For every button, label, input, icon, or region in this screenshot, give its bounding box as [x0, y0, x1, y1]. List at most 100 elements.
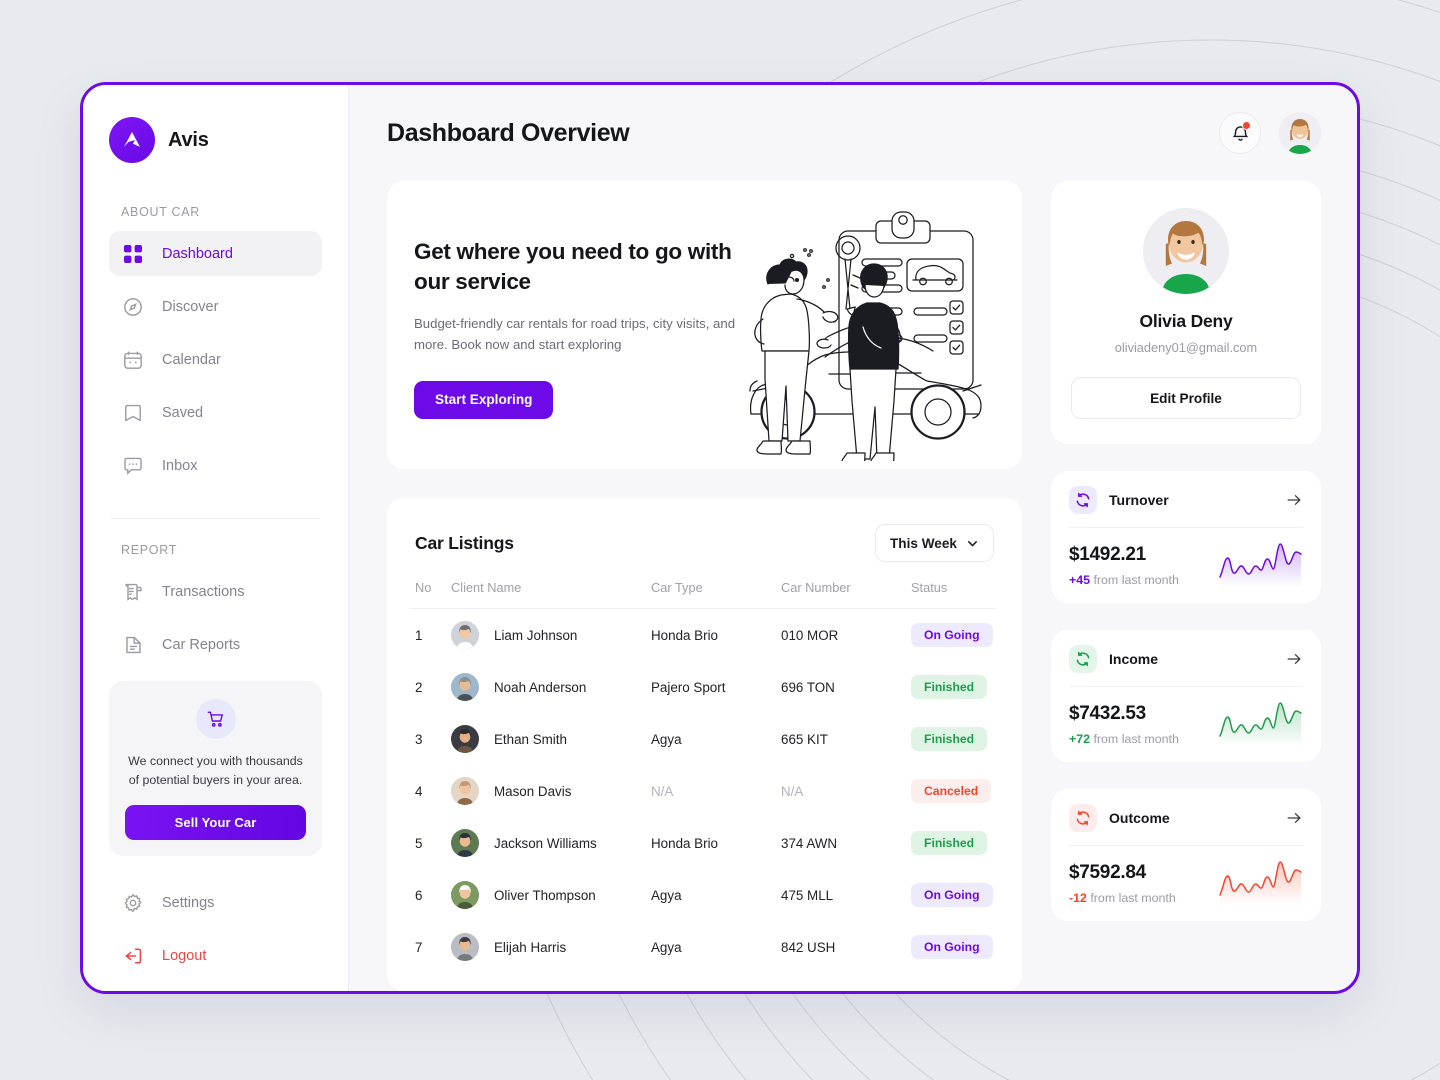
- notification-dot: [1242, 121, 1251, 130]
- profile-email: oliviadeny01@gmail.com: [1114, 340, 1258, 355]
- avatar: [451, 725, 479, 753]
- cell-no: 2: [415, 679, 423, 695]
- status-badge: On Going: [911, 935, 993, 959]
- sidebar-item-logout[interactable]: Logout: [109, 933, 322, 978]
- grid-icon: [124, 244, 142, 263]
- profile-avatar: [1143, 208, 1229, 294]
- sidebar-item-calendar[interactable]: Calendar: [109, 337, 322, 382]
- start-exploring-button[interactable]: Start Exploring: [414, 380, 554, 419]
- sidebar-divider: [111, 518, 320, 519]
- nav-section-about-label: ABOUT CAR: [121, 205, 200, 219]
- stat-label: Outcome: [1109, 810, 1170, 826]
- cell-no: 7: [415, 939, 423, 955]
- user-avatar: [451, 933, 479, 961]
- user-avatar: [451, 673, 479, 701]
- refresh-icon: [1069, 804, 1097, 832]
- table-row[interactable]: 7 Elijah Harris Agya 842 USH On Going: [409, 921, 996, 973]
- hero-paragraph: Budget-friendly car rentals for road tri…: [414, 315, 736, 353]
- file-text-icon: [126, 636, 141, 653]
- avatar[interactable]: [1279, 112, 1321, 154]
- sidebar-item-label: Settings: [162, 894, 215, 911]
- avatar: [451, 881, 479, 909]
- cell-car-type: Honda Brio: [651, 627, 718, 643]
- sidebar-item-inbox[interactable]: Inbox: [109, 443, 322, 488]
- client-name: Jackson Williams: [494, 835, 597, 851]
- user-avatar: [451, 881, 479, 909]
- stat-label: Turnover: [1109, 492, 1169, 508]
- period-filter-value: This Week: [890, 535, 957, 551]
- cell-car-number: 842 USH: [781, 939, 836, 955]
- arrow-right-icon[interactable]: [1285, 491, 1303, 509]
- sidebar-item-transactions[interactable]: Transactions: [109, 569, 322, 614]
- sidebar-item-saved[interactable]: Saved: [109, 390, 322, 435]
- cell-car-type: Agya: [651, 887, 682, 903]
- user-avatar: [451, 829, 479, 857]
- arrow-right-icon[interactable]: [1285, 650, 1303, 668]
- avatar: [451, 777, 479, 805]
- stat-card-income: Income $7432.53 +72 from last month: [1051, 630, 1321, 762]
- cell-no: 4: [415, 783, 423, 799]
- avis-logo-icon: [109, 117, 155, 163]
- stat-card-turnover: Turnover $1492.21 +45 from last month: [1051, 471, 1321, 603]
- table-row[interactable]: 1 Liam Johnson Honda Brio 010 MOR On Goin…: [409, 609, 996, 662]
- sidebar-item-label: Logout: [162, 947, 207, 964]
- cell-client: Noah Anderson: [451, 661, 651, 713]
- column-header-status: Status: [911, 580, 948, 595]
- sidebar-item-dashboard[interactable]: Dashboard: [109, 231, 322, 276]
- promo-text: We connect you with thousands of potenti…: [128, 754, 303, 788]
- notifications-button[interactable]: [1219, 112, 1261, 154]
- arrow-right-icon[interactable]: [1285, 809, 1303, 827]
- table-row[interactable]: 6 Oliver Thompson Agya 475 MLL On Going: [409, 869, 996, 921]
- cell-car-type: Honda Brio: [651, 835, 718, 851]
- table-header-row: No Client Name Car Type Car Number Statu…: [409, 580, 996, 609]
- status-badge: On Going: [911, 883, 993, 907]
- car-listings-title: Car Listings: [415, 532, 514, 553]
- stat-delta: +45 from last month: [1069, 573, 1179, 587]
- calendar-icon: [124, 351, 142, 369]
- stat-figures: $7592.84 -12 from last month: [1069, 862, 1212, 905]
- table-row[interactable]: 2 Noah Anderson Pajero Sport 696 TON Fini…: [409, 661, 996, 713]
- cell-client: Elijah Harris: [451, 921, 651, 973]
- promo-card: We connect you with thousands of potenti…: [109, 681, 322, 857]
- client-name: Oliver Thompson: [494, 887, 596, 903]
- stat-body: $7432.53 +72 from last month: [1069, 687, 1303, 746]
- cell-no: 6: [415, 887, 423, 903]
- cell-status: On Going: [911, 609, 996, 662]
- refresh-icon: [1069, 486, 1097, 514]
- sell-your-car-button[interactable]: Sell Your Car: [125, 805, 306, 841]
- sidebar-item-car-reports[interactable]: Car Reports: [109, 622, 322, 667]
- cell-car-type: N/A: [651, 783, 674, 799]
- sidebar-bottom: Settings Logout: [109, 880, 322, 986]
- table-row[interactable]: 4 Mason Davis N/A N/A Canceled: [409, 765, 996, 817]
- period-filter-dropdown[interactable]: This Week: [875, 524, 994, 562]
- cell-client: Mason Davis: [451, 765, 651, 817]
- sidebar-item-label: Dashboard: [162, 245, 233, 262]
- sparkline-chart: [1219, 543, 1302, 587]
- cell-car-number: N/A: [781, 783, 804, 799]
- brand-name: Avis: [168, 128, 209, 151]
- main-area: Dashboard Overview Get where you need to…: [349, 85, 1357, 991]
- gear-icon: [124, 893, 142, 913]
- app-window: Avis ABOUT CAR Dashboard Discover Calend…: [80, 82, 1360, 994]
- sidebar-item-label: Calendar: [162, 351, 221, 368]
- hero-illustration-area: [744, 181, 1022, 469]
- sidebar-item-discover[interactable]: Discover: [109, 284, 322, 329]
- cell-status: Finished: [911, 713, 996, 765]
- client-name: Mason Davis: [494, 783, 572, 799]
- cell-status: Canceled: [911, 765, 996, 817]
- nav-section-report-label: REPORT: [121, 543, 178, 557]
- table-row[interactable]: 3 Ethan Smith Agya 665 KIT Finished: [409, 713, 996, 765]
- column-header-number: Car Number: [781, 580, 851, 595]
- edit-profile-button[interactable]: Edit Profile: [1071, 377, 1301, 419]
- cell-status: On Going: [911, 869, 996, 921]
- status-badge: Finished: [911, 675, 988, 699]
- cell-client: Liam Johnson: [451, 609, 651, 662]
- brand[interactable]: Avis: [109, 117, 322, 163]
- compass-icon: [124, 297, 142, 316]
- car-listings-card: Car Listings This Week No Client Name Ca…: [387, 498, 1022, 991]
- sidebar-item-settings[interactable]: Settings: [109, 880, 322, 925]
- refresh-icon: [1069, 645, 1097, 673]
- user-avatar: [1143, 208, 1229, 294]
- table-row[interactable]: 5 Jackson Williams Honda Brio 374 AWN Fin…: [409, 817, 996, 869]
- sidebar-item-label: Inbox: [162, 457, 198, 474]
